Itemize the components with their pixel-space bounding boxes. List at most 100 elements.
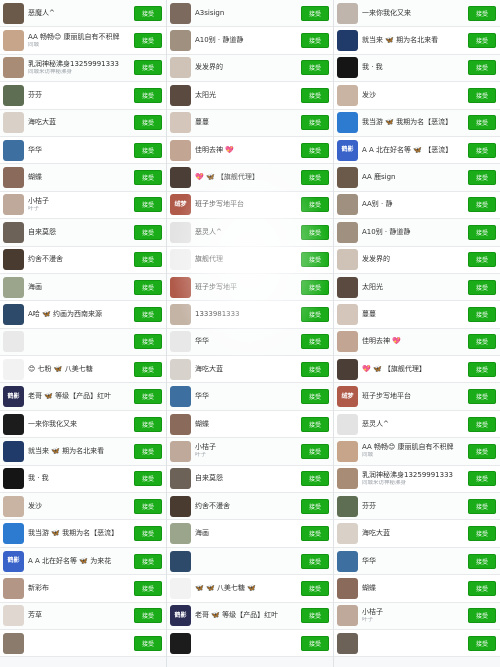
accept-button[interactable]: 接受 [301, 553, 329, 569]
accept-button[interactable]: 接受 [468, 389, 496, 405]
friend-request-row[interactable]: 海吃大蓝 接受 [167, 356, 333, 384]
accept-button[interactable]: 接受 [301, 526, 329, 542]
accept-button[interactable]: 接受 [468, 5, 496, 21]
friend-request-row[interactable]: 发沙 接受 [0, 493, 166, 521]
accept-button[interactable]: 接受 [134, 443, 162, 459]
accept-button[interactable]: 接受 [468, 33, 496, 49]
accept-button[interactable]: 接受 [468, 361, 496, 377]
friend-request-row[interactable]: 小桔子 叶子 接受 [0, 191, 166, 220]
accept-button[interactable]: 接受 [468, 87, 496, 103]
friend-request-row[interactable]: 发发界的 接受 [334, 246, 500, 274]
accept-button[interactable]: 接受 [301, 33, 329, 49]
friend-request-row[interactable]: 乳润神秘沸身13259991333 同城来访神秘沸身 接受 [334, 465, 500, 494]
accept-button[interactable]: 接受 [301, 498, 329, 514]
friend-request-row[interactable]: 蝴蝶 接受 [167, 410, 333, 439]
accept-button[interactable]: 接受 [468, 279, 496, 295]
friend-request-row[interactable]: 我当游 🦋 我期为名【恶流】 接受 [334, 109, 500, 137]
accept-button[interactable]: 接受 [134, 471, 162, 487]
friend-request-row[interactable]: 一来你我化又来 接受 [0, 410, 166, 439]
friend-request-row[interactable]: 海画 接受 [167, 520, 333, 548]
accept-button[interactable]: 接受 [468, 142, 496, 158]
accept-button[interactable]: 接受 [468, 553, 496, 569]
friend-request-row[interactable]: 海画 接受 [0, 273, 166, 302]
accept-button[interactable]: 接受 [134, 498, 162, 514]
accept-button[interactable]: 接受 [468, 115, 496, 131]
friend-request-row[interactable]: A3sisign 接受 [167, 0, 333, 28]
friend-request-row[interactable]: AA 畅畅😊 康丽肌自有不积牌 同城 接受 [334, 438, 500, 466]
friend-request-row[interactable]: 1333981333 接受 [167, 301, 333, 329]
accept-button[interactable]: 接受 [134, 5, 162, 21]
accept-button[interactable]: 接受 [134, 306, 162, 322]
friend-request-row[interactable]: 🦋 🦋 八美七糖 🦋 接受 [167, 575, 333, 603]
accept-button[interactable]: 接受 [301, 580, 329, 596]
friend-request-row[interactable]: 绒梦 班子步写地平台 接受 [334, 383, 500, 411]
friend-request-row[interactable]: 海吃大蓝 接受 [0, 109, 166, 137]
accept-button[interactable]: 接受 [468, 306, 496, 322]
accept-button[interactable]: 接受 [134, 361, 162, 377]
friend-request-row[interactable]: 发沙 接受 [334, 82, 500, 110]
accept-button[interactable]: 接受 [468, 334, 496, 350]
accept-button[interactable]: 接受 [134, 142, 162, 158]
accept-button[interactable]: 接受 [468, 224, 496, 240]
accept-button[interactable]: 接受 [468, 635, 496, 651]
friend-request-row[interactable]: 😊 七粉 🦋 八美七糖 接受 [0, 356, 166, 384]
friend-request-row[interactable]: 我 · 我 接受 [0, 465, 166, 494]
friend-request-row[interactable]: 新彩布 接受 [0, 575, 166, 603]
friend-request-row[interactable]: 自来莫怨 接受 [0, 219, 166, 247]
accept-button[interactable]: 接受 [468, 416, 496, 432]
friend-request-row[interactable]: 绒梦 班子步写地平台 接受 [167, 191, 333, 220]
friend-request-row[interactable]: 鹤影 A A 北在好名等 🦋 【恶流】 接受 [334, 136, 500, 165]
friend-request-row[interactable]: 班子步写地平 接受 [167, 273, 333, 302]
accept-button[interactable]: 接受 [468, 580, 496, 596]
accept-button[interactable]: 接受 [134, 635, 162, 651]
friend-request-row[interactable]: 约舍不漫舍 接受 [167, 493, 333, 521]
accept-button[interactable]: 接受 [134, 60, 162, 76]
accept-button[interactable]: 接受 [301, 170, 329, 186]
accept-button[interactable]: 接受 [301, 279, 329, 295]
accept-button[interactable]: 接受 [134, 553, 162, 569]
accept-button[interactable]: 接受 [468, 498, 496, 514]
friend-request-row[interactable]: 小桔子 叶子 接受 [167, 438, 333, 466]
friend-request-row[interactable]: A哈 🦋 约画为西南来源 接受 [0, 301, 166, 329]
friend-request-row[interactable]: 乳润神秘沸身13259991333 同城来访神秘沸身 接受 [0, 54, 166, 83]
accept-button[interactable]: 接受 [301, 115, 329, 131]
accept-button[interactable]: 接受 [468, 608, 496, 624]
accept-button[interactable]: 接受 [134, 170, 162, 186]
accept-button[interactable]: 接受 [301, 389, 329, 405]
friend-request-row[interactable]: 就当来 🦋 期为名北来看 接受 [334, 27, 500, 55]
accept-button[interactable]: 接受 [301, 334, 329, 350]
friend-request-row[interactable]: 接受 [167, 629, 333, 658]
friend-request-row[interactable]: 接受 [167, 547, 333, 576]
friend-request-row[interactable]: 恶灵人^ 接受 [334, 410, 500, 439]
friend-request-row[interactable]: AA别 · 静 接受 [334, 191, 500, 220]
accept-button[interactable]: 接受 [134, 389, 162, 405]
friend-request-row[interactable]: 我 · 我 接受 [334, 54, 500, 83]
friend-request-row[interactable]: 佳明去神 💖 接受 [334, 328, 500, 357]
accept-button[interactable]: 接受 [134, 526, 162, 542]
friend-request-row[interactable]: AA 畅畅😊 康丽肌自有不积牌 同城 接受 [0, 27, 166, 55]
friend-request-row[interactable]: 芳草 接受 [0, 602, 166, 630]
accept-button[interactable]: 接受 [301, 635, 329, 651]
friend-request-row[interactable]: 恶魔人^ 接受 [0, 0, 166, 28]
accept-button[interactable]: 接受 [301, 224, 329, 240]
friend-request-row[interactable]: 鹤影 老哥 🦋 等级【产品】红叶 接受 [167, 602, 333, 630]
accept-button[interactable]: 接受 [134, 608, 162, 624]
accept-button[interactable]: 接受 [134, 252, 162, 268]
accept-button[interactable]: 接受 [468, 252, 496, 268]
accept-button[interactable]: 接受 [134, 87, 162, 103]
friend-request-row[interactable]: 芬芬 接受 [0, 82, 166, 110]
accept-button[interactable]: 接受 [468, 170, 496, 186]
accept-button[interactable]: 接受 [301, 197, 329, 213]
friend-request-row[interactable]: 太阳光 接受 [334, 273, 500, 302]
accept-button[interactable]: 接受 [468, 60, 496, 76]
accept-button[interactable]: 接受 [134, 197, 162, 213]
friend-request-row[interactable]: 海吃大蓝 接受 [334, 520, 500, 548]
accept-button[interactable]: 接受 [301, 5, 329, 21]
friend-request-row[interactable]: 芬芬 接受 [334, 493, 500, 521]
accept-button[interactable]: 接受 [301, 416, 329, 432]
friend-request-row[interactable]: 恶灵人^ 接受 [167, 219, 333, 247]
friend-request-row[interactable]: 约舍不漫舍 接受 [0, 246, 166, 274]
friend-request-row[interactable]: 蝴蝶 接受 [0, 164, 166, 192]
accept-button[interactable]: 接受 [468, 526, 496, 542]
accept-button[interactable]: 接受 [301, 60, 329, 76]
